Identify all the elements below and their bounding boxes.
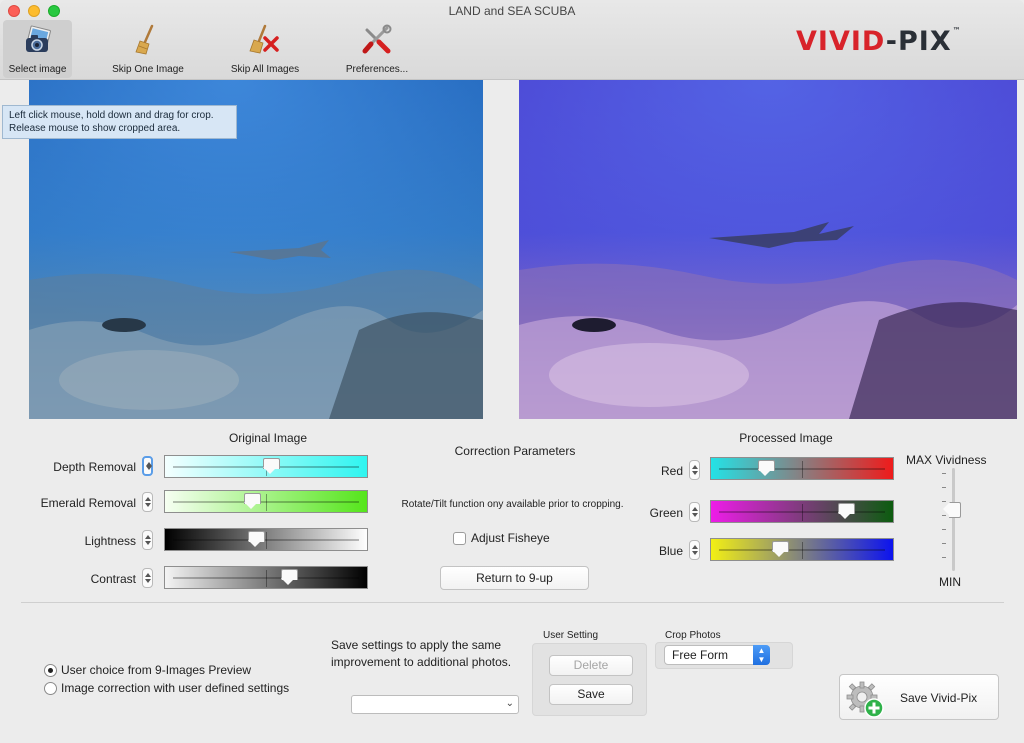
lightness-label: Lightness xyxy=(84,534,136,548)
radio-user-defined[interactable]: Image correction with user defined setti… xyxy=(44,681,289,695)
slider-thumb[interactable] xyxy=(262,458,280,475)
contrast-stepper[interactable] xyxy=(142,568,153,588)
contrast-slider[interactable] xyxy=(164,566,368,589)
blue-label: Blue xyxy=(658,544,683,558)
slider-center-mark xyxy=(802,461,803,478)
emerald-removal-label: Emerald Removal xyxy=(40,496,136,510)
save-button[interactable]: Save xyxy=(549,684,633,705)
slider-center-mark xyxy=(266,494,267,511)
slider-thumb[interactable] xyxy=(838,503,856,520)
processed-image-canvas xyxy=(519,80,1017,419)
toolbar-label: Preferences... xyxy=(345,64,409,75)
user-setting-group xyxy=(532,643,647,716)
toolbar-label: Skip All Images xyxy=(230,64,300,75)
adjust-fisheye-option[interactable]: Adjust Fisheye xyxy=(453,531,550,545)
slider-thumb[interactable] xyxy=(247,531,265,548)
emerald-removal-slider[interactable] xyxy=(164,490,368,513)
red-label: Red xyxy=(660,464,683,478)
slider-center-mark xyxy=(802,542,803,559)
slider-thumb[interactable] xyxy=(281,569,299,586)
slider-center-mark xyxy=(266,532,267,549)
depth-removal-stepper[interactable] xyxy=(142,456,153,476)
crop-photos-value: Free Form xyxy=(672,648,729,662)
green-stepper[interactable] xyxy=(689,502,700,522)
depth-removal-label: Depth Removal xyxy=(53,460,136,474)
tooltip-line: Left click mouse, hold down and drag for… xyxy=(9,110,214,121)
vividness-tick xyxy=(942,543,946,544)
red-stepper[interactable] xyxy=(689,460,700,480)
slider-thumb[interactable] xyxy=(758,460,776,477)
broom-icon xyxy=(132,24,164,56)
lightness-slider[interactable] xyxy=(164,528,368,551)
toolbar-select-image[interactable]: Select image xyxy=(3,20,72,78)
app-window: LAND and SEA SCUBA Select image Skip One… xyxy=(0,0,1024,743)
gear-plus-icon xyxy=(844,679,886,719)
vividness-slider-track[interactable] xyxy=(952,468,955,571)
vividness-tick xyxy=(942,473,946,474)
green-slider[interactable] xyxy=(710,500,894,523)
crop-photos-title: Crop Photos xyxy=(665,630,721,641)
vividness-tick xyxy=(942,529,946,530)
green-label: Green xyxy=(649,506,683,520)
return-to-9-up-button[interactable]: Return to 9-up xyxy=(440,566,589,590)
red-slider[interactable] xyxy=(710,457,894,480)
slider-thumb[interactable] xyxy=(244,493,262,510)
radio-user-choice-label: User choice from 9-Images Preview xyxy=(61,663,252,677)
adjust-fisheye-checkbox[interactable] xyxy=(453,531,466,545)
adjust-fisheye-label: Adjust Fisheye xyxy=(471,531,550,545)
section-divider xyxy=(21,602,1004,603)
radio-user-defined-label: Image correction with user defined setti… xyxy=(61,681,290,695)
lightness-stepper[interactable] xyxy=(142,530,153,550)
tooltip-line: Release mouse to show cropped area. xyxy=(9,123,181,134)
window-title: LAND and SEA SCUBA xyxy=(448,4,576,18)
emerald-removal-stepper[interactable] xyxy=(142,492,153,512)
save-settings-text: Save settings to apply the same improvem… xyxy=(331,638,512,669)
correction-parameters-heading: Correction Parameters xyxy=(454,444,576,458)
radio-button[interactable] xyxy=(44,681,57,695)
vividness-tick xyxy=(942,557,946,558)
crop-tooltip: Left click mouse, hold down and drag for… xyxy=(2,105,237,139)
titlebar: LAND and SEA SCUBA Select image Skip One… xyxy=(0,0,1024,80)
blue-slider[interactable] xyxy=(710,538,894,561)
depth-removal-slider[interactable] xyxy=(164,455,368,478)
toolbar-skip-one-image[interactable]: Skip One Image xyxy=(108,20,188,78)
save-vivid-pix-label: Save Vivid-Pix xyxy=(900,691,978,705)
vividness-slider-thumb[interactable] xyxy=(943,502,961,519)
chevron-down-icon: ⌄ xyxy=(505,698,514,709)
vividness-tick xyxy=(942,487,946,488)
broom-cross-icon xyxy=(249,24,281,56)
slider-center-mark xyxy=(266,570,267,587)
original-image-heading: Original Image xyxy=(228,431,308,445)
toolbar-skip-all-images[interactable]: Skip All Images xyxy=(225,20,305,78)
radio-button-selected[interactable] xyxy=(44,663,57,677)
min-vividness-label: MIN xyxy=(939,575,961,589)
updown-arrows-icon: ▲ ▼ xyxy=(753,645,770,665)
user-setting-title: User Setting xyxy=(543,630,599,641)
camera-icon xyxy=(22,24,54,56)
toolbar-label: Select image xyxy=(8,64,67,75)
blue-stepper[interactable] xyxy=(689,540,700,560)
slider-thumb[interactable] xyxy=(771,541,789,558)
radio-user-choice[interactable]: User choice from 9-Images Preview xyxy=(44,663,251,677)
crop-photos-select[interactable]: Free Form ▲ ▼ xyxy=(664,645,770,665)
processed-image-heading: Processed Image xyxy=(739,431,833,445)
save-vivid-pix-button[interactable]: Save Vivid-Pix xyxy=(839,674,999,720)
delete-button[interactable]: Delete xyxy=(549,655,633,676)
saved-settings-combo[interactable]: ⌄ xyxy=(351,695,519,714)
contrast-label: Contrast xyxy=(90,572,136,586)
max-vividness-label: MAX Vividness xyxy=(906,453,987,467)
vivid-pix-logo: VIVID-PIX™ xyxy=(796,26,962,57)
tools-icon xyxy=(361,24,393,56)
logo-part-pix: -PIX xyxy=(885,26,952,57)
toolbar-preferences[interactable]: Preferences... xyxy=(339,20,415,78)
logo-tm: ™ xyxy=(952,26,962,35)
logo-part-vivid: VIVID xyxy=(796,26,886,57)
toolbar-label: Skip One Image xyxy=(112,64,184,75)
slider-center-mark xyxy=(802,504,803,521)
